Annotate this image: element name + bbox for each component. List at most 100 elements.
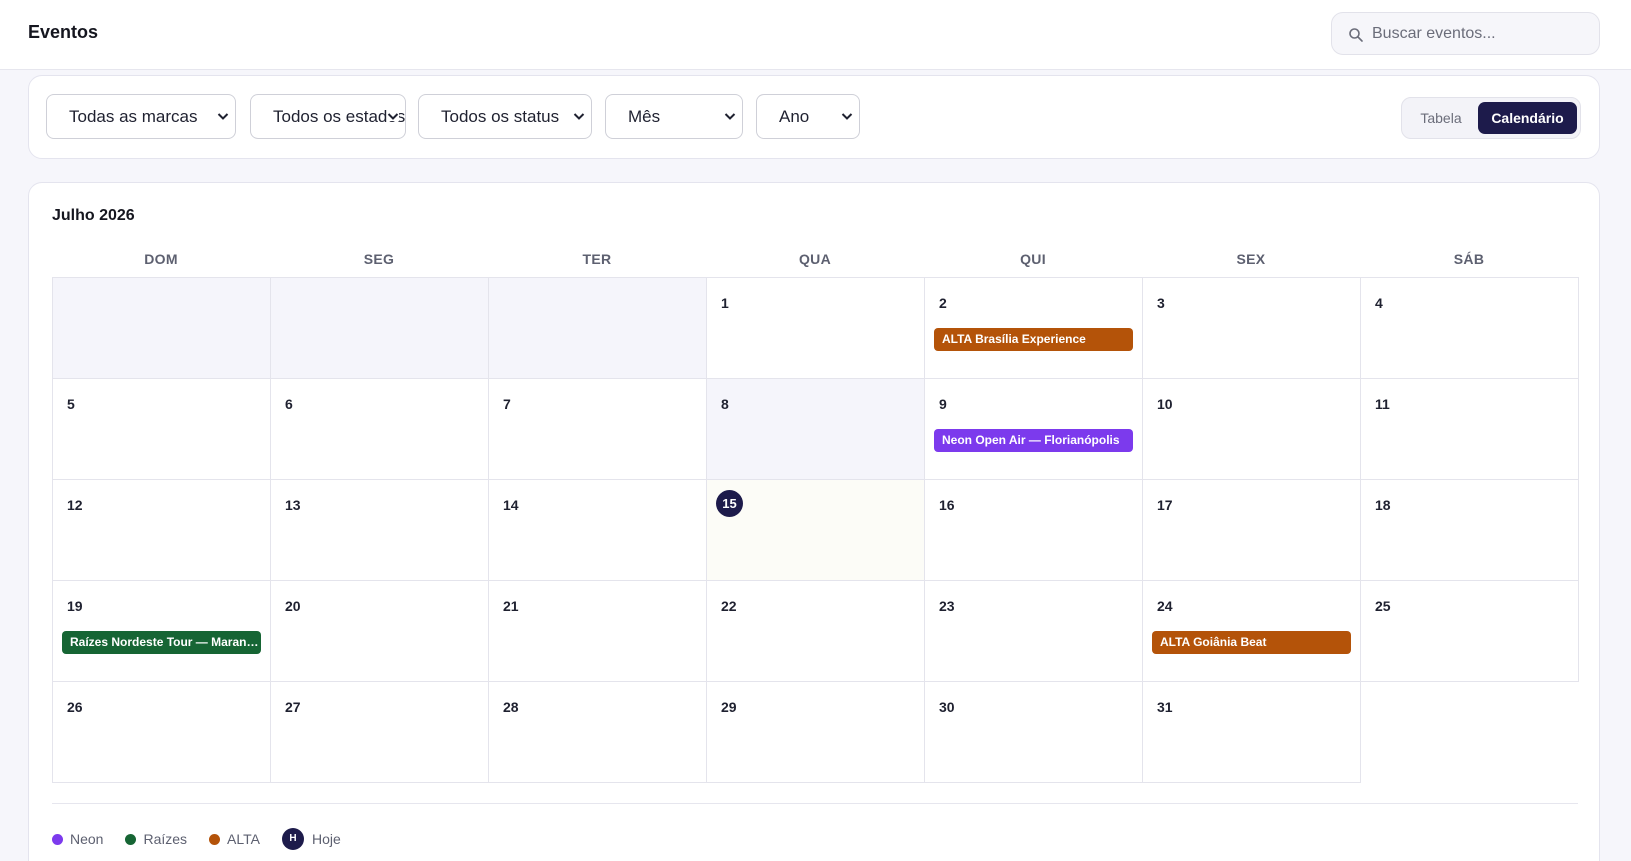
calendar-view-button[interactable]: Calendário — [1478, 102, 1577, 134]
legend-item-alta: ALTA — [209, 831, 260, 847]
calendar-day-cell[interactable]: 19 Raízes Nordeste Tour — Maranhão — [52, 580, 271, 682]
calendar-day-cell[interactable]: 31 — [1142, 681, 1361, 783]
day-number: 28 — [503, 699, 519, 715]
day-number: 1 — [721, 295, 729, 311]
month-title: Julho 2026 — [52, 207, 135, 224]
day-number: 24 — [1157, 598, 1173, 614]
brand-select-value: Todas as marcas — [69, 107, 198, 126]
calendar-day-cell[interactable]: 6 — [270, 378, 489, 480]
calendar-day-cell[interactable]: 22 — [706, 580, 925, 682]
calendar-day-cell[interactable]: 28 — [488, 681, 707, 783]
chevron-down-icon — [217, 113, 229, 120]
legend-label: ALTA — [227, 831, 260, 847]
calendar-day-cell[interactable]: 21 — [488, 580, 707, 682]
legend-label: Raízes — [143, 831, 188, 847]
day-number: 19 — [67, 598, 83, 614]
event-chip-raizes[interactable]: Raízes Nordeste Tour — Maranhão — [62, 631, 261, 654]
calendar-day-cell[interactable]: 23 — [924, 580, 1143, 682]
calendar-day-cell[interactable]: 12 — [52, 479, 271, 581]
day-number: 8 — [721, 396, 729, 412]
year-select[interactable]: Ano — [756, 94, 860, 139]
calendar-day-cell[interactable]: 16 — [924, 479, 1143, 581]
day-number: 18 — [1375, 497, 1391, 513]
event-chip-alta[interactable]: ALTA Brasília Experience — [934, 328, 1133, 351]
legend-divider — [52, 803, 1578, 804]
calendar-day-cell[interactable]: 17 — [1142, 479, 1361, 581]
day-number: 31 — [1157, 699, 1173, 715]
table-view-button[interactable]: Tabela — [1406, 102, 1476, 134]
calendar-day-cell[interactable]: 26 — [52, 681, 271, 783]
day-number: 14 — [503, 497, 519, 513]
calendar-day-cell[interactable]: 2 ALTA Brasília Experience — [924, 277, 1143, 379]
calendar-day-cell[interactable]: 24 ALTA Goiânia Beat — [1142, 580, 1361, 682]
day-number: 27 — [285, 699, 301, 715]
calendar-day-cell[interactable]: 11 — [1360, 378, 1579, 480]
day-number: 30 — [939, 699, 955, 715]
filter-bar: Todas as marcas Todos os estados Todos o… — [28, 75, 1600, 159]
day-number: 4 — [1375, 295, 1383, 311]
legend-item-today: H Hoje — [281, 828, 341, 850]
legend-item-raizes: Raízes — [125, 831, 187, 847]
calendar-day-cell[interactable]: 30 — [924, 681, 1143, 783]
calendar-legend: Neon Raízes ALTA H Hoje — [52, 826, 363, 852]
weekday-header: SÁB — [1453, 251, 1485, 267]
calendar-day-cell[interactable]: 1 — [706, 277, 925, 379]
day-number: 2 — [939, 295, 947, 311]
calendar-empty-cell — [52, 277, 271, 379]
day-number: 25 — [1375, 598, 1391, 614]
month-select[interactable]: Mês — [605, 94, 743, 139]
status-select-value: Todos os status — [441, 107, 560, 126]
search-icon — [1349, 28, 1363, 42]
calendar-day-cell[interactable]: 29 — [706, 681, 925, 783]
calendar-empty-cell — [488, 277, 707, 379]
calendar-day-cell[interactable]: 20 — [270, 580, 489, 682]
calendar-grid: 1 2 ALTA Brasília Experience 3 4 5 6 7 8… — [52, 277, 1579, 783]
calendar-day-cell[interactable]: 5 — [52, 378, 271, 480]
weekday-header: QUI — [1020, 251, 1046, 267]
top-bar: Eventos — [0, 0, 1631, 70]
calendar-day-cell[interactable]: 13 — [270, 479, 489, 581]
month-select-value: Mês — [628, 107, 661, 126]
state-select-value: Todos os estados — [273, 107, 406, 126]
chevron-down-icon — [841, 113, 853, 120]
legend-dot-icon — [209, 833, 221, 845]
chevron-down-icon — [387, 112, 399, 121]
calendar-day-cell[interactable]: 18 — [1360, 479, 1579, 581]
calendar-day-cell[interactable]: 9 Neon Open Air — Florianópolis — [924, 378, 1143, 480]
weekday-header: SEG — [363, 251, 395, 267]
day-number: 17 — [1157, 497, 1173, 513]
page-title: Eventos — [28, 22, 99, 42]
event-chip-neon[interactable]: Neon Open Air — Florianópolis — [934, 429, 1133, 452]
search-input[interactable] — [1372, 13, 1592, 54]
day-number: 29 — [721, 699, 737, 715]
calendar-day-cell[interactable]: 25 — [1360, 580, 1579, 682]
calendar-day-cell[interactable]: 3 — [1142, 277, 1361, 379]
view-toggle: Tabela Calendário — [1401, 97, 1581, 139]
calendar-day-cell[interactable]: 4 — [1360, 277, 1579, 379]
today-badge: 15 — [716, 490, 743, 517]
state-select[interactable]: Todos os estados — [250, 94, 406, 139]
event-chip-alta[interactable]: ALTA Goiânia Beat — [1152, 631, 1351, 654]
day-number: 26 — [67, 699, 83, 715]
year-select-value: Ano — [779, 107, 810, 126]
day-number: 9 — [939, 396, 947, 412]
legend-label: Hoje — [311, 831, 341, 847]
calendar-day-cell[interactable]: 27 — [270, 681, 489, 783]
calendar-empty-cell — [270, 277, 489, 379]
brand-select[interactable]: Todas as marcas — [46, 94, 236, 139]
calendar-day-cell-today[interactable]: 15 — [706, 479, 925, 581]
search-box[interactable] — [1331, 12, 1600, 55]
today-legend-badge: H — [281, 828, 304, 850]
calendar-day-cell[interactable]: 8 — [706, 378, 925, 480]
legend-item-neon: Neon — [52, 831, 103, 847]
status-select[interactable]: Todos os status — [418, 94, 592, 139]
calendar-day-cell[interactable]: 10 — [1142, 378, 1361, 480]
day-number: 7 — [503, 396, 511, 412]
calendar-day-cell[interactable]: 7 — [488, 378, 707, 480]
weekday-header: SEX — [1236, 251, 1266, 267]
calendar-day-cell[interactable]: 14 — [488, 479, 707, 581]
day-number: 10 — [1157, 396, 1173, 412]
day-number: 20 — [285, 598, 301, 614]
legend-dot-icon — [52, 833, 63, 845]
weekday-header: QUA — [798, 251, 831, 267]
